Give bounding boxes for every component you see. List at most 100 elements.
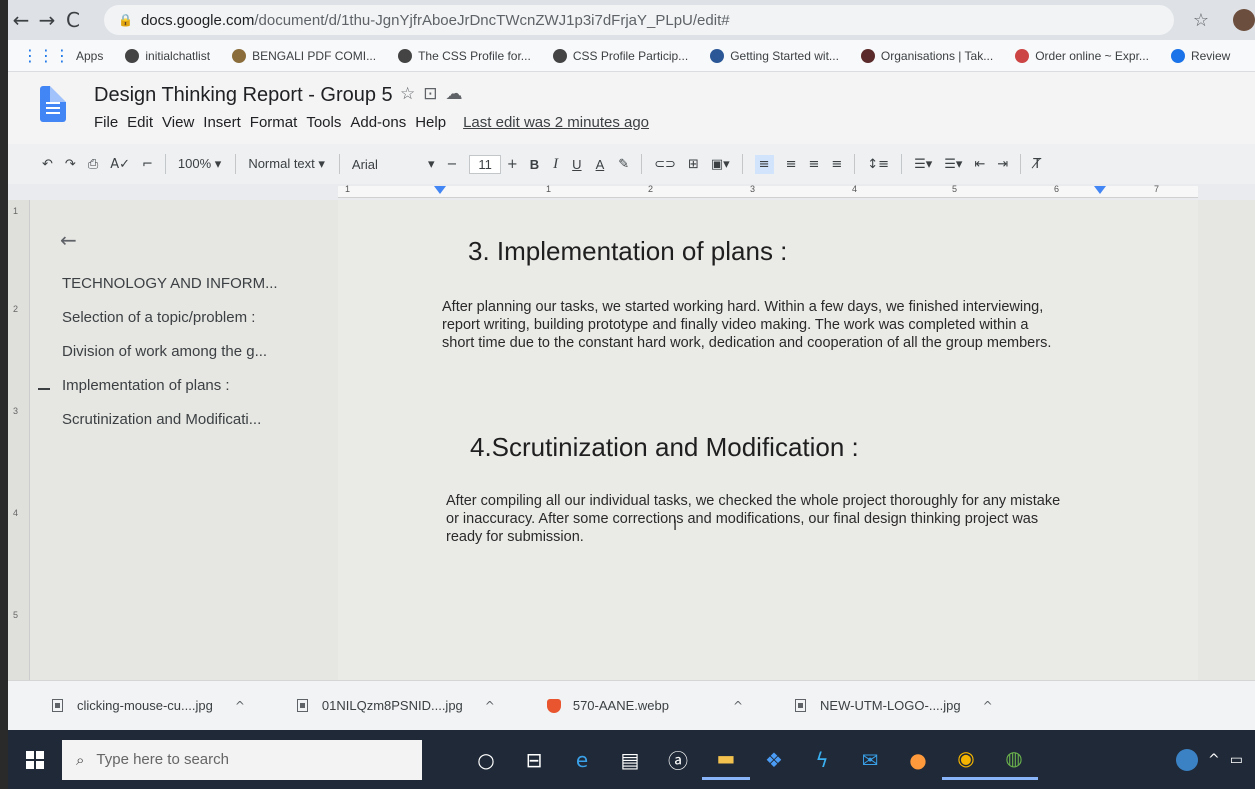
last-edit-link[interactable]: Last edit was 2 minutes ago — [463, 114, 649, 131]
paint-format-icon[interactable]: ⌐ — [142, 157, 153, 172]
highlight-icon[interactable]: ✎ — [618, 157, 629, 172]
edge-browser-icon[interactable]: e — [558, 740, 606, 780]
bookmark-item[interactable]: Organisations | Tak... — [860, 48, 993, 63]
outline-item[interactable]: Scrutinization and Modificati... — [62, 411, 261, 428]
menu-insert[interactable]: Insert — [203, 114, 241, 131]
spellcheck-icon[interactable]: A✓ — [110, 157, 130, 172]
forward-arrow-icon[interactable]: → — [34, 8, 60, 32]
chevron-up-icon[interactable]: ^ — [733, 699, 743, 713]
close-outline-arrow-icon[interactable]: ← — [60, 228, 77, 252]
taskbar-search[interactable]: ⌕ Type here to search — [62, 739, 422, 780]
bookmark-item[interactable]: The CSS Profile for... — [398, 48, 531, 63]
menu-help[interactable]: Help — [415, 114, 446, 131]
utorrent-icon[interactable]: ◍ — [990, 740, 1038, 780]
dropbox-icon[interactable]: ❖ — [750, 740, 798, 780]
text-color-button[interactable]: A — [596, 157, 605, 172]
cloud-status-icon[interactable]: ☁ — [446, 84, 471, 104]
back-arrow-icon[interactable]: ← — [8, 8, 34, 32]
outline-item[interactable]: Selection of a topic/problem : — [62, 309, 255, 326]
help-icon[interactable] — [1176, 748, 1199, 771]
amazon-icon[interactable]: ⓐ — [654, 740, 702, 780]
underline-button[interactable]: U — [572, 157, 581, 172]
screen-bezel — [0, 0, 8, 789]
taskbar-apps: ○ ⊟ e ▤ ⓐ ▬ ❖ ϟ ✉ ● ◉ ◍ — [462, 740, 1038, 780]
bookmark-star-icon[interactable]: ☆ — [1193, 10, 1209, 31]
menu-view[interactable]: View — [162, 114, 194, 131]
align-left-icon[interactable]: ≡ — [754, 154, 774, 174]
docs-logo-icon[interactable] — [40, 86, 66, 122]
document-page[interactable]: 3. Implementation of plans : After plann… — [338, 200, 1198, 680]
zoom-select[interactable]: 100% ▾ — [178, 156, 221, 172]
battery-icon[interactable]: ▭ — [1230, 752, 1243, 768]
profile-avatar[interactable] — [1233, 9, 1255, 31]
outline-item[interactable]: TECHNOLOGY AND INFORM... — [62, 275, 278, 292]
clear-formatting-icon[interactable]: T̸ — [1033, 157, 1041, 172]
address-bar[interactable]: 🔒 docs.google.com/document/d/1thu-JgnYjf… — [104, 5, 1174, 35]
chevron-up-icon[interactable]: ^ — [235, 699, 245, 713]
star-icon[interactable]: ☆ — [400, 84, 423, 104]
redo-icon[interactable]: ↷ — [65, 157, 76, 172]
increase-indent-icon[interactable]: ⇥ — [997, 157, 1008, 172]
bookmark-item[interactable]: initialchatlist — [125, 48, 210, 63]
firefox-icon[interactable]: ● — [894, 740, 942, 780]
align-center-icon[interactable]: ≡ — [786, 157, 797, 172]
chevron-up-icon[interactable]: ^ — [983, 699, 993, 713]
increase-font-size-icon[interactable]: + — [507, 157, 518, 172]
align-right-icon[interactable]: ≡ — [808, 157, 819, 172]
checklist-icon[interactable]: ☰▾ — [914, 157, 932, 172]
style-select[interactable]: Normal text ▾ — [248, 156, 325, 172]
download-item[interactable]: NEW-UTM-LOGO-....jpg ^ — [795, 698, 993, 713]
mail-icon[interactable]: ✉ — [846, 740, 894, 780]
italic-button[interactable]: I — [553, 156, 558, 173]
outline-item-active[interactable]: Implementation of plans : — [62, 377, 230, 394]
heading-scrutinization: 4.Scrutinization and Modification : — [470, 432, 859, 462]
reload-icon[interactable]: C — [60, 8, 86, 32]
decrease-font-size-icon[interactable]: − — [446, 157, 457, 172]
download-item[interactable]: 01NILQzm8PSNID....jpg ^ — [296, 698, 495, 713]
move-folder-icon[interactable]: ⊡ — [423, 84, 445, 104]
image-icon[interactable]: ▣▾ — [711, 157, 730, 172]
bookmark-item[interactable]: Getting Started wit... — [710, 48, 839, 63]
bookmark-item[interactable]: Review — [1170, 48, 1230, 63]
cortana-icon[interactable]: ○ — [462, 740, 510, 780]
menu-format[interactable]: Format — [250, 114, 298, 131]
bookmark-apps[interactable]: ⋮⋮⋮ Apps — [22, 46, 103, 65]
image-file-icon — [296, 699, 308, 712]
print-icon[interactable]: ⎙ — [88, 157, 98, 172]
windows-taskbar: ⌕ Type here to search ○ ⊟ e ▤ ⓐ ▬ ❖ ϟ ✉ … — [8, 730, 1255, 789]
line-spacing-icon[interactable]: ↕≡ — [867, 157, 889, 172]
bookmark-item[interactable]: Order online ~ Expr... — [1015, 48, 1149, 63]
download-item[interactable]: 570-AANE.webp ^ — [546, 698, 743, 713]
bold-button[interactable]: B — [530, 157, 539, 172]
flash-icon[interactable]: ϟ — [798, 740, 846, 780]
chevron-up-icon[interactable]: ^ — [485, 699, 495, 713]
download-item[interactable]: clicking-mouse-cu....jpg ^ — [52, 698, 245, 713]
download-filename: clicking-mouse-cu....jpg — [77, 698, 213, 713]
link-icon[interactable]: ⊂⊃ — [654, 157, 676, 172]
ruler-number: 1 — [345, 184, 351, 194]
font-select[interactable]: Arial — [352, 157, 378, 172]
chrome-icon[interactable]: ◉ — [942, 740, 990, 780]
justify-icon[interactable]: ≡ — [831, 157, 842, 172]
bulleted-list-icon[interactable]: ☰▾ — [944, 157, 962, 172]
right-indent-marker[interactable] — [1094, 186, 1106, 194]
menu-file[interactable]: File — [94, 114, 118, 131]
show-hidden-icons-icon[interactable]: ^ — [1208, 752, 1220, 768]
bookmark-item[interactable]: CSS Profile Particip... — [552, 48, 688, 63]
store-icon[interactable]: ▤ — [606, 740, 654, 780]
menu-tools[interactable]: Tools — [306, 114, 341, 131]
bookmark-item[interactable]: BENGALI PDF COMI... — [232, 48, 376, 63]
menu-addons[interactable]: Add-ons — [350, 114, 406, 131]
undo-icon[interactable]: ↶ — [42, 157, 53, 172]
start-button[interactable] — [8, 750, 62, 769]
menu-edit[interactable]: Edit — [127, 114, 153, 131]
file-explorer-icon[interactable]: ▬ — [702, 740, 750, 780]
document-title[interactable]: Design Thinking Report - Group 5 — [94, 84, 393, 107]
font-size-input[interactable]: 11 — [469, 154, 501, 174]
decrease-indent-icon[interactable]: ⇤ — [974, 157, 985, 172]
left-indent-marker[interactable] — [434, 186, 446, 194]
task-view-icon[interactable]: ⊟ — [510, 740, 558, 780]
comment-icon[interactable]: ⊞ — [688, 157, 699, 172]
outline-item[interactable]: Division of work among the g... — [62, 343, 267, 360]
font-dropdown-icon[interactable]: ▾ — [428, 157, 435, 172]
